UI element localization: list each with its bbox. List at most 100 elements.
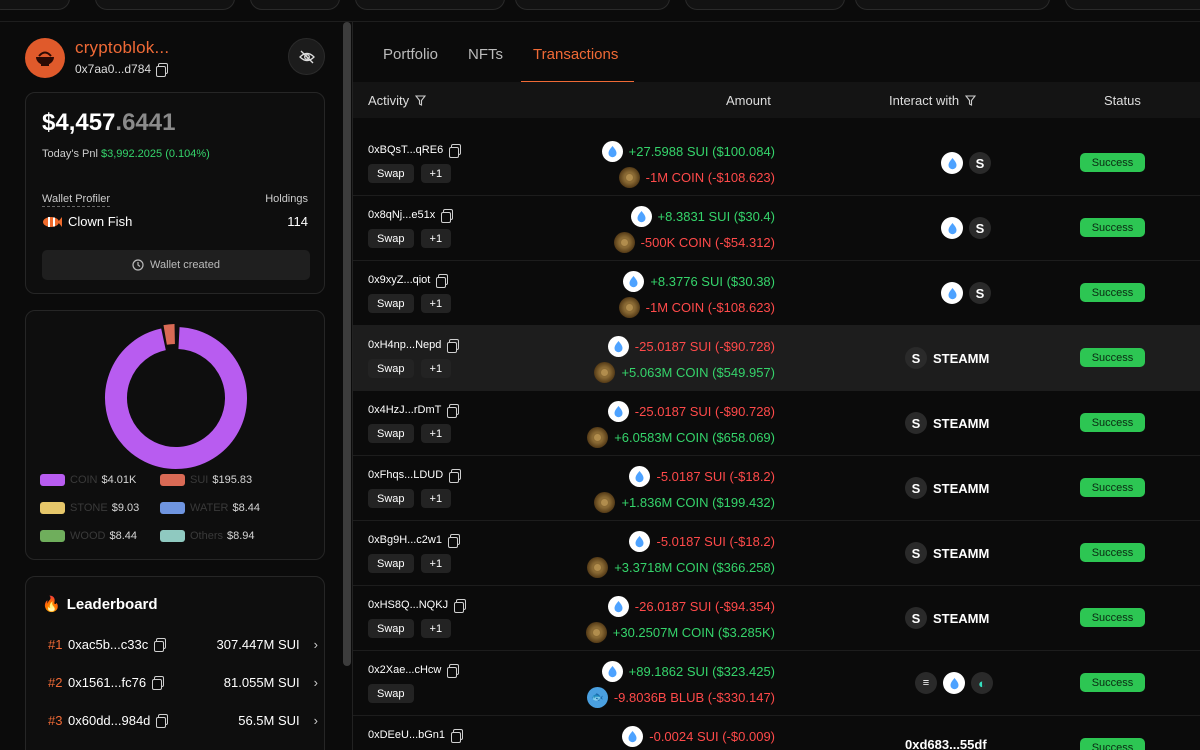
bird-protocol-icon[interactable]: ◐ — [971, 672, 993, 694]
tx-tag[interactable]: +1 — [420, 359, 452, 378]
copy-icon[interactable] — [447, 664, 460, 678]
tx-tag[interactable]: +1 — [420, 489, 452, 508]
copy-icon[interactable] — [441, 209, 454, 223]
tx-hash[interactable]: 0xFhqs...LDUD — [368, 469, 462, 483]
table-row[interactable]: 0xBQsT...qRE6 Swap +1 +27.5988 SUI ($100.08… — [353, 131, 1200, 196]
top-nav-pill[interactable] — [855, 0, 1050, 10]
copy-icon[interactable] — [447, 404, 460, 418]
top-nav-pill[interactable] — [515, 0, 670, 10]
copy-icon[interactable] — [451, 729, 464, 743]
sui-protocol-icon[interactable] — [941, 282, 963, 304]
amount-line-2: +30.2507M COIN ($3.285K) — [585, 622, 775, 643]
tx-hash[interactable]: 0x4HzJ...rDmT — [368, 404, 460, 418]
tx-hash[interactable]: 0xBQsT...qRE6 — [368, 144, 462, 158]
steamm-icon[interactable]: S — [969, 282, 991, 304]
sui-protocol-icon[interactable] — [941, 217, 963, 239]
tx-tag[interactable]: +1 — [420, 229, 452, 248]
copy-icon[interactable] — [154, 638, 167, 652]
table-row[interactable]: 0xHS8Q...NQKJ Swap +1 -26.0187 SUI (-$94.35… — [353, 586, 1200, 651]
tab-nfts[interactable]: NFTs — [468, 46, 503, 72]
legend-swatch — [160, 502, 185, 514]
copy-icon[interactable] — [436, 274, 449, 288]
tx-hash[interactable]: 0xDEeU...bGn1 — [368, 729, 464, 743]
sui-token-icon — [607, 336, 629, 357]
copy-icon[interactable] — [447, 339, 460, 353]
legend-name: WATER — [190, 502, 229, 514]
steamm-icon[interactable]: S — [969, 217, 991, 239]
amount-line-1: +89.1862 SUI ($323.425) — [601, 661, 775, 682]
tx-tag[interactable]: Swap — [368, 684, 414, 703]
sidebar-scrollbar[interactable] — [343, 22, 351, 666]
table-row[interactable]: 0x4HzJ...rDmT Swap +1 -25.0187 SUI (-$90.72… — [353, 391, 1200, 456]
amount-line-2: -1M COIN (-$108.623) — [618, 167, 775, 188]
tab-transactions[interactable]: Transactions — [520, 46, 635, 82]
legend-swatch — [40, 502, 65, 514]
tx-tag[interactable]: +1 — [420, 619, 452, 638]
activity-header[interactable]: Activity — [368, 93, 427, 108]
table-row[interactable]: 0xBg9H...c2w1 Swap +1 -5.0187 SUI (-$18.2) +… — [353, 521, 1200, 586]
leaderboard-row[interactable]: #2 0x1561...fc76 81.055M SUI › — [48, 672, 318, 692]
tx-tag[interactable]: Swap — [368, 489, 414, 508]
leaderboard-address-text: 0x1561...fc76 — [68, 674, 147, 690]
tx-tag[interactable]: Swap — [368, 294, 414, 313]
filter-icon[interactable] — [415, 95, 427, 106]
interact-header[interactable]: Interact with — [889, 93, 977, 108]
steamm-icon[interactable]: S — [905, 347, 927, 369]
copy-icon[interactable] — [454, 599, 467, 613]
tx-tag[interactable]: Swap — [368, 229, 414, 248]
wallet-profiler-label[interactable]: Wallet Profiler — [42, 193, 111, 207]
copy-icon[interactable] — [447, 534, 460, 548]
tx-hash[interactable]: 0xHS8Q...NQKJ — [368, 599, 467, 613]
steamm-icon[interactable]: S — [969, 152, 991, 174]
top-nav-pill[interactable] — [95, 0, 235, 10]
top-nav-pill[interactable] — [0, 0, 70, 10]
steamm-icon[interactable]: S — [905, 477, 927, 499]
sui-protocol-icon[interactable] — [941, 152, 963, 174]
copy-icon[interactable] — [449, 469, 462, 483]
leaderboard-row[interactable]: #1 0xac5b...c33c 307.447M SUI › — [48, 634, 318, 654]
sui-token-icon — [601, 141, 623, 162]
hide-balance-button[interactable] — [288, 38, 325, 75]
tx-tag[interactable]: Swap — [368, 619, 414, 638]
top-nav-pill[interactable] — [1065, 0, 1200, 10]
chevron-right-icon[interactable]: › — [314, 637, 318, 652]
tx-tag[interactable]: +1 — [420, 164, 452, 183]
steamm-icon[interactable]: S — [905, 542, 927, 564]
chevron-right-icon[interactable]: › — [314, 675, 318, 690]
tx-hash[interactable]: 0xH4np...Nepd — [368, 339, 460, 353]
tx-hash[interactable]: 0x8qNj...e51x — [368, 209, 454, 223]
tx-hash[interactable]: 0xBg9H...c2w1 — [368, 534, 460, 548]
top-nav-pill[interactable] — [685, 0, 845, 10]
chevron-right-icon[interactable]: › — [314, 713, 318, 728]
tx-tag[interactable]: Swap — [368, 424, 414, 443]
wallet-created-button[interactable]: Wallet created — [42, 250, 310, 280]
leaderboard-row[interactable]: #3 0x60dd...984d 56.5M SUI › — [48, 710, 318, 730]
filter-icon[interactable] — [965, 95, 977, 106]
tx-tag[interactable]: +1 — [420, 424, 452, 443]
tx-tag[interactable]: +1 — [420, 294, 452, 313]
top-nav-pill[interactable] — [250, 0, 340, 10]
copy-icon[interactable] — [449, 144, 462, 158]
table-row[interactable]: 0x2Xae...cHcw Swap +89.1862 SUI ($323.425)… — [353, 651, 1200, 716]
table-row[interactable]: 0xFhqs...LDUD Swap +1 -5.0187 SUI (-$18.2) +… — [353, 456, 1200, 521]
table-row[interactable]: 0x9xyZ...qiot Swap +1 +8.3776 SUI ($30.38) -… — [353, 261, 1200, 326]
copy-icon[interactable] — [152, 676, 165, 690]
copy-icon[interactable] — [156, 714, 169, 728]
table-row[interactable]: 0xDEeU...bGn1 -0.0024 SUI (-$0.009) 0xd683… — [353, 716, 1200, 750]
tx-tag[interactable]: Swap — [368, 554, 414, 573]
tx-hash[interactable]: 0x9xyZ...qiot — [368, 274, 449, 288]
table-row[interactable]: 0xH4np...Nepd Swap +1 -25.0187 SUI (-$90.72… — [353, 326, 1200, 391]
tx-tag[interactable]: +1 — [420, 554, 452, 573]
dex-protocol-icon[interactable]: ≡ — [915, 672, 937, 694]
profile-type-text: Clown Fish — [68, 214, 133, 229]
sui-protocol-icon[interactable] — [943, 672, 965, 694]
steamm-icon[interactable]: S — [905, 412, 927, 434]
tx-tag[interactable]: Swap — [368, 164, 414, 183]
tx-hash[interactable]: 0x2Xae...cHcw — [368, 664, 460, 678]
tab-portfolio[interactable]: Portfolio — [383, 46, 438, 72]
table-row[interactable]: 0x8qNj...e51x Swap +1 +8.3831 SUI ($30.4) -5… — [353, 196, 1200, 261]
top-nav-pill[interactable] — [355, 0, 505, 10]
tx-tag[interactable]: Swap — [368, 359, 414, 378]
steamm-icon[interactable]: S — [905, 607, 927, 629]
copy-icon[interactable] — [156, 63, 169, 77]
